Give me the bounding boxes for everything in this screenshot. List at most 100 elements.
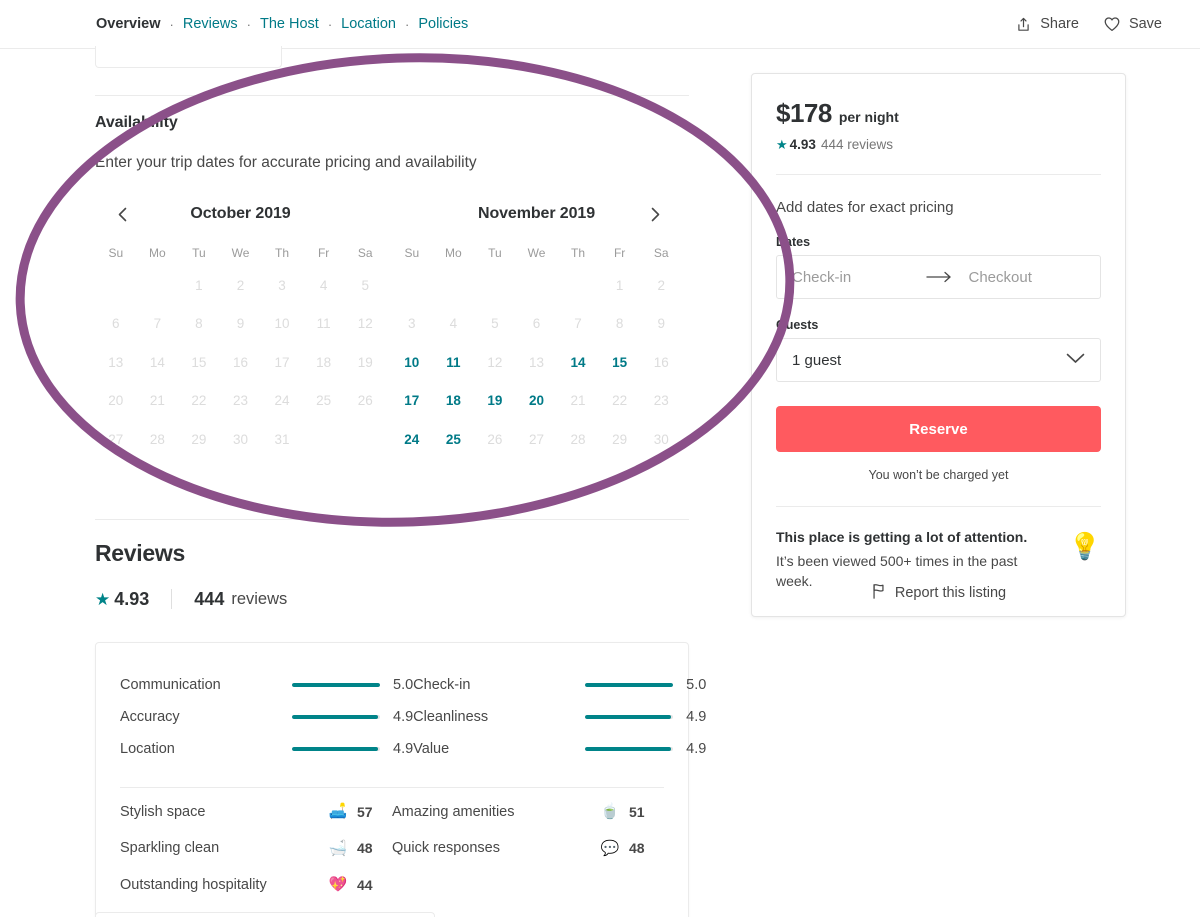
calendar-blank-cell xyxy=(95,266,137,305)
calendar-month-1: October 2019 Su Mo Tu We Th Fr Sa 1 2 3 4 5 6 7 8 9 10 11 1… xyxy=(95,198,386,459)
calendar-day-disabled: 31 xyxy=(274,431,290,447)
card-divider xyxy=(120,786,664,788)
calendar-weekday-header: Fr xyxy=(613,246,626,260)
calendar-day-available[interactable]: 25 xyxy=(433,420,475,459)
rating-category-label: Cleanliness xyxy=(413,708,489,725)
calendar-container: October 2019 Su Mo Tu We Th Fr Sa 1 2 3 4 5 6 7 8 9 10 11 1… xyxy=(95,198,689,459)
rating-bar-track xyxy=(585,746,674,751)
calendar-day-available[interactable]: 20 xyxy=(516,382,558,421)
calendar-weekday-header: Mo xyxy=(445,246,462,260)
calendar-day-disabled: 18 xyxy=(316,354,332,370)
booking-divider xyxy=(776,174,1101,175)
review-tag-label: Amazing amenities xyxy=(392,803,515,820)
rating-bar-track xyxy=(292,714,380,719)
price-unit: per night xyxy=(838,109,899,125)
rating-category-label: Location xyxy=(120,740,175,757)
guests-field-label: Guests xyxy=(776,318,819,332)
nav-link-reviews[interactable]: Reviews xyxy=(182,16,239,32)
calendar-day-disabled: 15 xyxy=(191,354,207,370)
charge-note: You won’t be charged yet xyxy=(868,468,1009,482)
calendar-day-available[interactable]: 17 xyxy=(391,382,433,421)
rating-category-value: 5.0 xyxy=(686,676,707,693)
calendar-day-disabled: 5 xyxy=(491,316,499,332)
calendar-day-disabled: 5 xyxy=(361,277,369,293)
calendar-day-available[interactable]: 18 xyxy=(433,382,475,421)
calendar-day-disabled: 25 xyxy=(316,393,332,409)
calendar-weekday-header: Su xyxy=(108,246,124,260)
nav-link-the-host[interactable]: The Host xyxy=(259,16,320,32)
rating-category-bars: Communication 5.0 Check-in 5.0 Accuracy 4.9 Cl… xyxy=(120,669,706,765)
rating-bar-fill xyxy=(585,682,674,687)
report-listing-link[interactable]: Report this listing xyxy=(751,583,1126,603)
save-label: Save xyxy=(1128,16,1162,32)
calendar-day-available[interactable]: 14 xyxy=(557,343,599,382)
chevron-right-icon[interactable] xyxy=(642,201,668,227)
calendar-blank-cell xyxy=(474,266,516,305)
share-icon xyxy=(1015,16,1032,33)
calendar-day-disabled: 21 xyxy=(570,393,586,409)
share-label: Share xyxy=(1040,16,1079,32)
calendar-day-disabled: 8 xyxy=(615,316,624,332)
review-tag-icon: 🛋️ xyxy=(328,803,348,821)
calendar-day-available[interactable]: 19 xyxy=(474,382,516,421)
calendar-day-disabled: 10 xyxy=(274,316,290,332)
nav-link-location[interactable]: Location xyxy=(340,16,397,32)
calendar-day-disabled: 12 xyxy=(487,354,503,370)
nav-link-policies[interactable]: Policies xyxy=(417,16,469,32)
calendar-day-disabled: 16 xyxy=(232,354,248,370)
guests-select[interactable]: 1 guest xyxy=(776,338,1101,382)
calendar-day-available[interactable]: 24 xyxy=(391,420,433,459)
calendar-day-disabled: 2 xyxy=(657,277,665,293)
nav-actions: Share Save xyxy=(1015,15,1162,33)
chevron-left-icon[interactable] xyxy=(109,201,135,227)
booking-rating[interactable]: ★ 4.93 444 reviews xyxy=(776,137,1101,152)
calendar-day-disabled: 4 xyxy=(449,316,458,332)
availability-heading: Availability xyxy=(95,114,178,131)
arrow-right-icon xyxy=(924,271,954,283)
calendar-grid: Su Mo Tu We Th Fr Sa 1 2 3 4 5 6 7 8 9 10 11 12 13 14 15 16 17 1… xyxy=(95,240,386,459)
calendar-month-title: October 2019 xyxy=(190,205,291,222)
calendar-day-disabled: 26 xyxy=(487,431,503,447)
calendar-day-disabled: 6 xyxy=(532,316,541,332)
price-amount: $178 xyxy=(776,98,832,128)
rating-bar-fill xyxy=(292,714,379,719)
review-tag-label: Quick responses xyxy=(392,840,500,857)
section-nav-links: Overview · Reviews · The Host · Location · Polic… xyxy=(95,0,469,49)
rating-category-row: Communication 5.0 xyxy=(120,669,413,701)
calendar-day-available[interactable]: 11 xyxy=(433,343,475,382)
divider-above-reviews xyxy=(95,518,689,520)
nav-separator: · xyxy=(169,16,174,32)
main-left-column: Availability Enter your trip dates for a… xyxy=(95,95,706,917)
reserve-button[interactable]: Reserve xyxy=(776,406,1101,452)
calendar-weekday-header: Fr xyxy=(317,246,330,260)
heart-icon xyxy=(1103,15,1121,33)
rating-bar-fill xyxy=(292,746,379,751)
reviews-count: 444 xyxy=(194,588,225,609)
price-row: $178 per night xyxy=(776,98,1101,129)
dates-field[interactable]: Check-in Checkout xyxy=(776,255,1101,299)
calendar-day-disabled: 20 xyxy=(108,393,124,409)
calendar-day-disabled: 9 xyxy=(236,316,245,332)
share-button[interactable]: Share xyxy=(1015,16,1079,33)
rating-bar-track xyxy=(292,682,380,687)
rating-bar-track xyxy=(585,682,674,687)
calendar-day-disabled: 27 xyxy=(108,431,124,447)
star-icon: ★ xyxy=(776,137,788,152)
calendar-day-disabled: 7 xyxy=(153,316,162,332)
checkout-input[interactable]: Checkout xyxy=(954,269,1101,286)
calendar-day-disabled: 6 xyxy=(112,316,120,332)
booking-reviews-count: 444 reviews xyxy=(820,137,893,152)
calendar-day-disabled: 7 xyxy=(574,316,582,332)
checkin-input[interactable]: Check-in xyxy=(777,269,924,286)
rating-category-label: Value xyxy=(413,740,450,757)
nav-link-overview[interactable]: Overview xyxy=(95,16,162,49)
calendar-day-available[interactable]: 15 xyxy=(599,343,641,382)
save-button[interactable]: Save xyxy=(1103,15,1162,33)
calendar-day-disabled: 8 xyxy=(195,316,203,332)
listing-page: Overview · Reviews · The Host · Location · Polic… xyxy=(0,0,1200,917)
calendar-day-available[interactable]: 10 xyxy=(391,343,433,382)
calendar-day-disabled: 30 xyxy=(653,431,669,447)
booking-score: 4.93 xyxy=(789,137,816,152)
calendar-day-disabled: 1 xyxy=(615,277,624,293)
rating-bar-fill xyxy=(292,682,380,687)
